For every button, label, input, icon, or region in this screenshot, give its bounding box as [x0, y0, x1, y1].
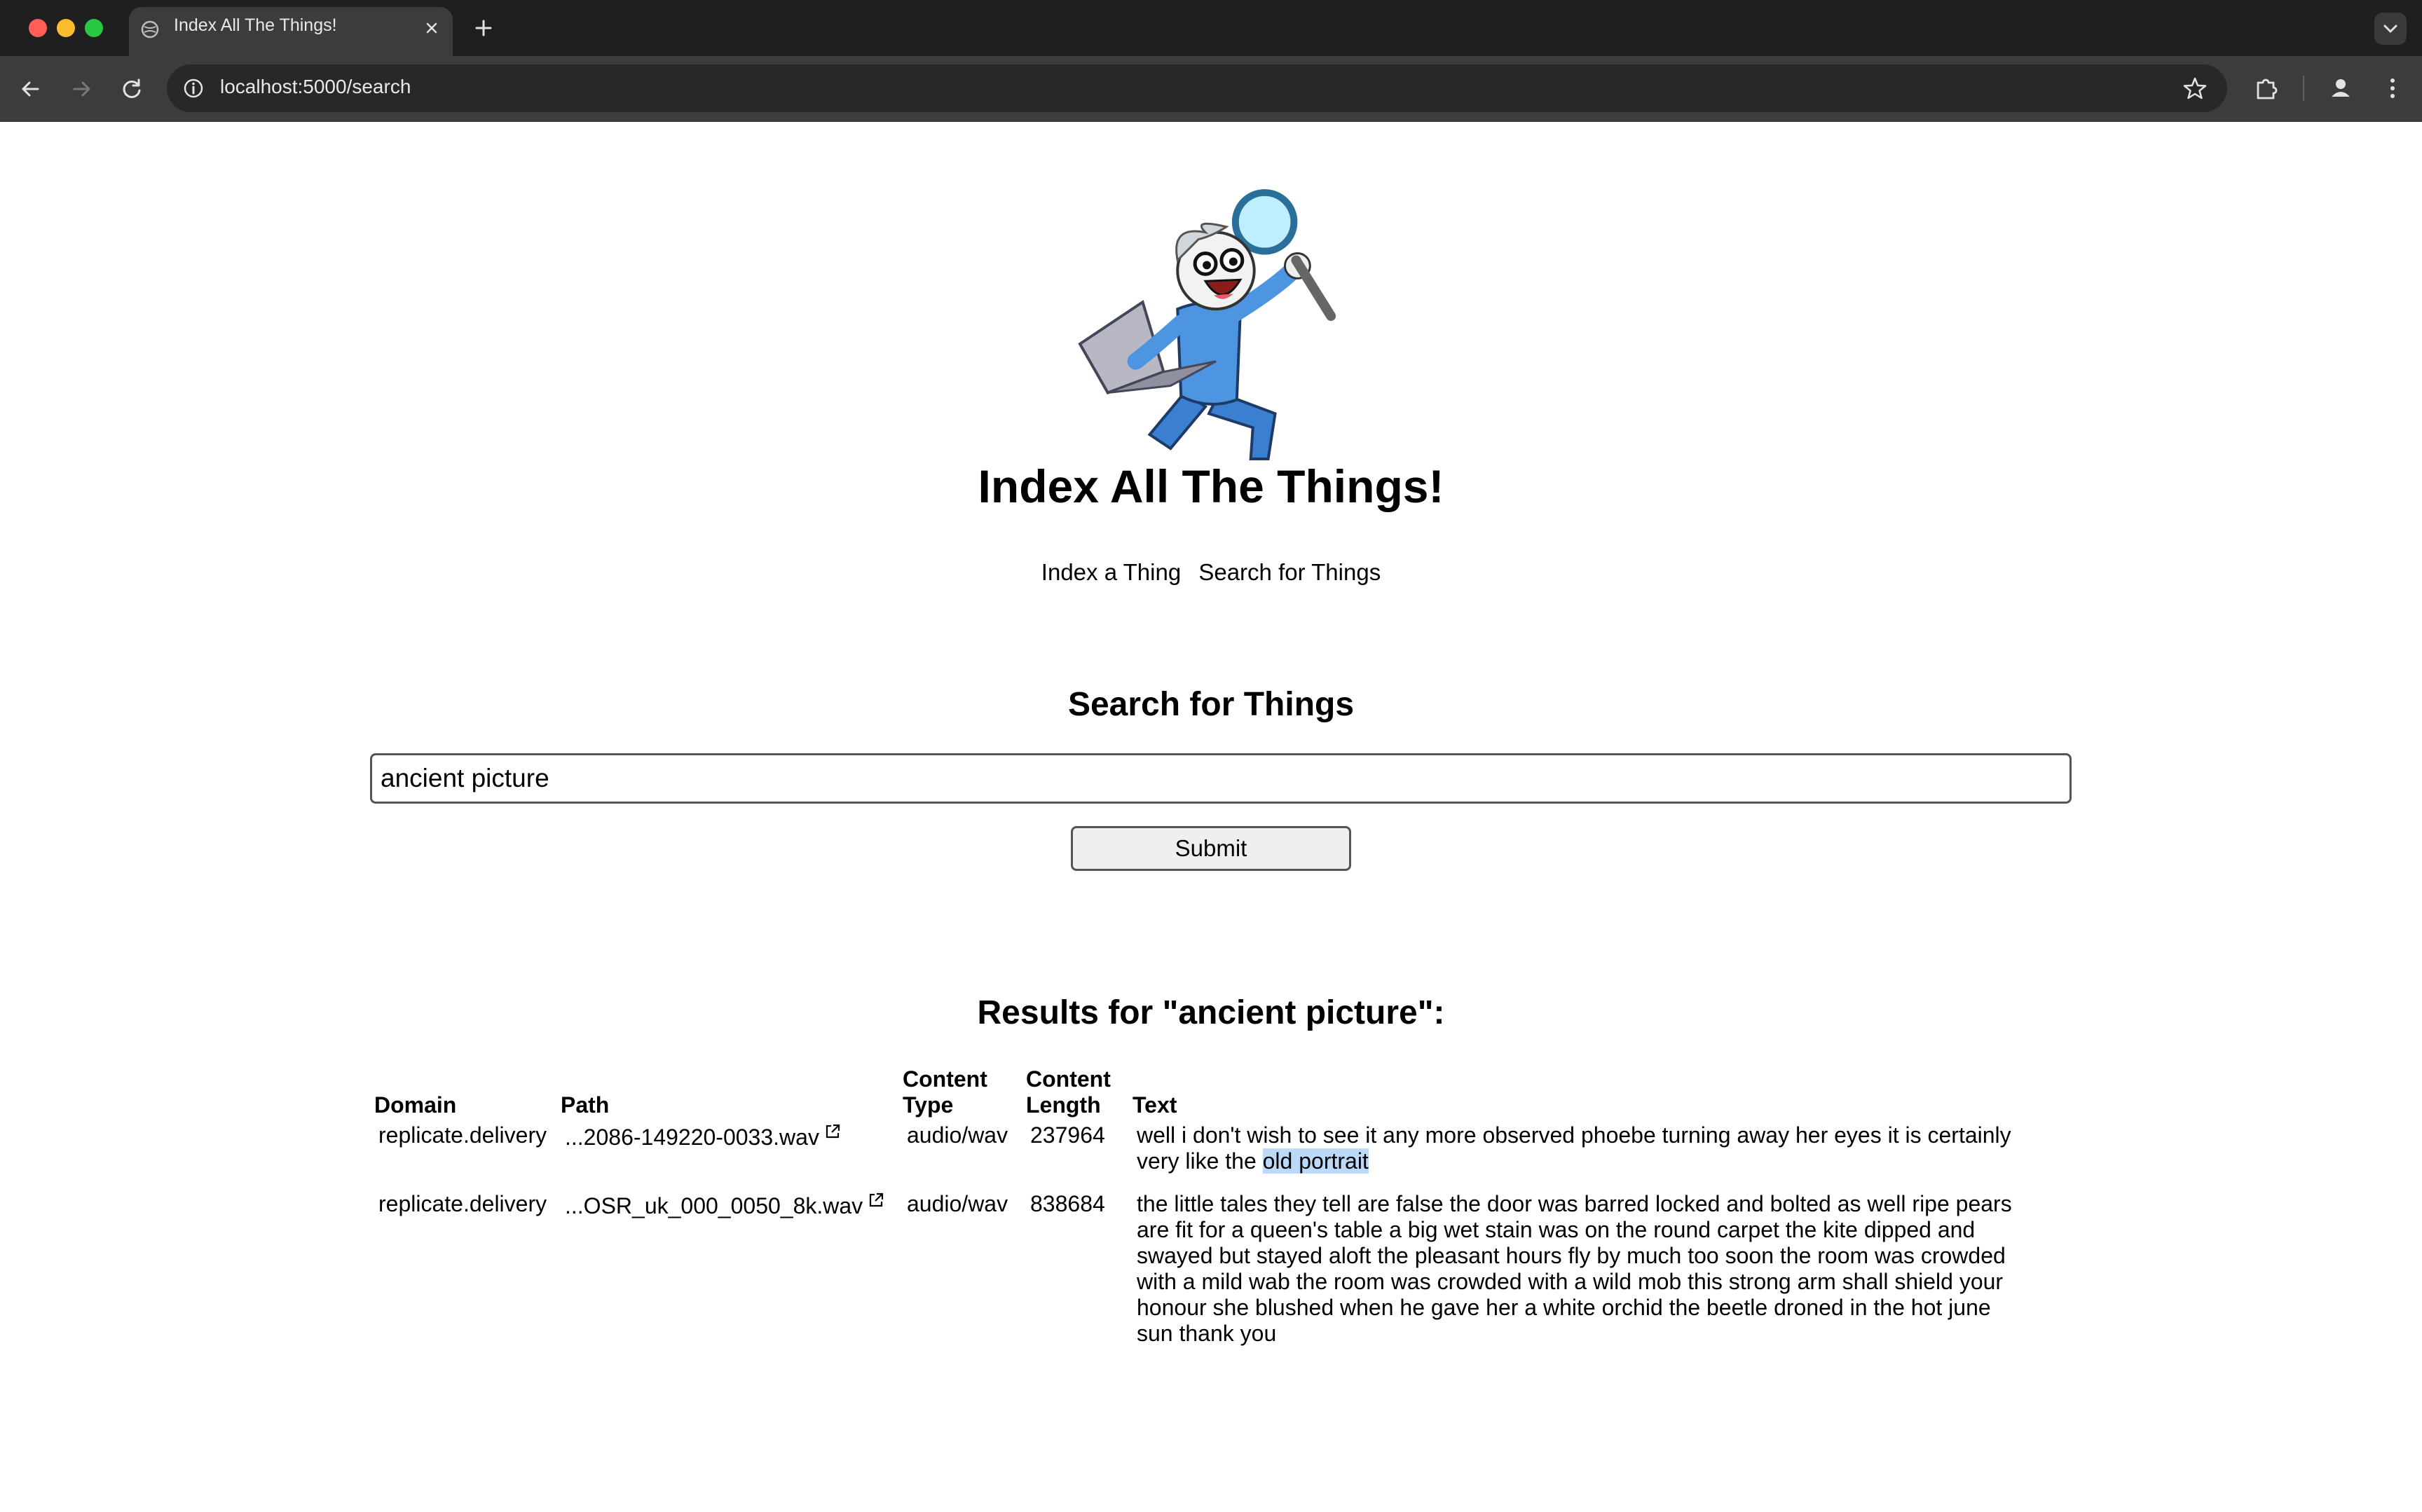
external-link-icon[interactable] [823, 1122, 842, 1141]
site-nav: Index a Thing Search for Things [0, 559, 2422, 586]
puzzle-icon[interactable] [2250, 71, 2283, 105]
address-bar[interactable] [167, 64, 2227, 112]
column-header-content-length-line1: Content [1026, 1066, 1111, 1092]
external-link-icon[interactable] [867, 1191, 885, 1209]
address-bar-url[interactable]: localhost:5000/search [220, 76, 411, 98]
search-input[interactable] [370, 753, 2072, 804]
forward-arrow-icon[interactable] [66, 74, 97, 104]
cell-content-length: 838684 [1030, 1191, 1105, 1216]
mascot-logo [1078, 188, 1336, 461]
tab-title: Index All The Things! [174, 15, 337, 35]
column-header-content-length-line2: Length [1026, 1092, 1101, 1118]
cell-text-body: the little tales they tell are false the… [1137, 1191, 2012, 1346]
more-vert-icon[interactable] [2377, 73, 2408, 104]
info-icon[interactable] [179, 74, 207, 102]
table-row: replicate.delivery ...OSR_uk_000_0050_8k… [374, 1191, 2032, 1359]
results-table: Domain Path Content Type Content Length Te… [371, 1062, 2035, 1363]
text-highlight: old portrait [1262, 1148, 1369, 1174]
close-icon[interactable] [420, 17, 443, 39]
submit-button[interactable]: Submit [1071, 826, 1351, 871]
nav-link-search-for-things[interactable]: Search for Things [1198, 559, 1381, 586]
cell-path: ...2086-149220-0033.wav [561, 1122, 900, 1187]
cell-content-type: audio/wav [907, 1122, 1008, 1148]
column-header-domain: Domain [374, 1092, 457, 1118]
reload-icon[interactable] [116, 74, 147, 104]
column-header-path: Path [561, 1092, 610, 1118]
window-zoom-button[interactable] [85, 19, 103, 37]
search-heading: Search for Things [1067, 686, 1355, 723]
column-header-content-type-line2: Type [903, 1092, 954, 1118]
column-header-content-type: Content Type [903, 1066, 1023, 1118]
column-header-content-length: Content Length [1026, 1066, 1130, 1118]
window-close-button[interactable] [29, 19, 47, 37]
results-heading: Results for "ancient picture": [977, 994, 1445, 1031]
profile-icon[interactable] [2324, 71, 2358, 105]
column-header-text: Text [1133, 1092, 1177, 1118]
tab-search-button[interactable] [2374, 13, 2407, 45]
toolbar-separator [2303, 76, 2304, 101]
table-row: replicate.delivery ...2086-149220-0033.w… [374, 1122, 2032, 1187]
path-link[interactable]: ...OSR_uk_000_0050_8k.wav [565, 1193, 863, 1218]
plus-icon[interactable] [471, 15, 496, 41]
cell-content-length: 237964 [1030, 1122, 1105, 1148]
window-minimize-button[interactable] [57, 19, 75, 37]
table-header-row: Domain Path Content Type Content Length Te… [374, 1066, 2032, 1118]
path-link[interactable]: ...2086-149220-0033.wav [565, 1125, 819, 1150]
cell-text: the little tales they tell are false the… [1133, 1191, 2032, 1359]
nav-link-index-a-thing[interactable]: Index a Thing [1041, 559, 1181, 586]
site-title: Index All The Things! [978, 460, 1444, 512]
cell-domain: replicate.delivery [378, 1122, 547, 1148]
back-arrow-icon[interactable] [15, 74, 46, 104]
chevron-down-icon [2383, 25, 2397, 33]
cell-domain: replicate.delivery [378, 1191, 547, 1216]
cell-content-type: audio/wav [907, 1191, 1008, 1216]
column-header-content-type-line1: Content [903, 1066, 987, 1092]
star-icon[interactable] [2180, 73, 2210, 104]
site-favicon-icon [141, 20, 159, 39]
cell-text: well i don't wish to see it any more obs… [1133, 1122, 2032, 1187]
cell-path: ...OSR_uk_000_0050_8k.wav [561, 1191, 900, 1359]
